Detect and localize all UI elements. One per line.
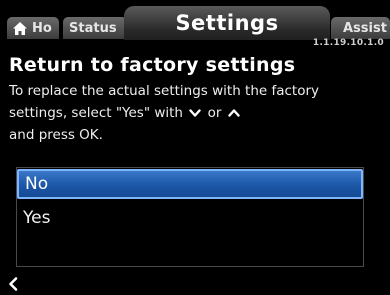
chevron-up-icon — [227, 109, 240, 117]
bottom-bar — [0, 272, 390, 295]
tab-settings[interactable]: Settings — [124, 6, 330, 40]
chevron-down-icon — [189, 109, 201, 117]
tab-assist[interactable]: Assist — [331, 17, 390, 39]
tab-home-label: Ho — [32, 20, 52, 36]
option-yes[interactable]: Yes — [17, 203, 363, 233]
instruction-text: To replace the actual settings with the … — [9, 80, 379, 146]
option-yes-label: Yes — [23, 208, 51, 228]
option-no[interactable]: No — [17, 169, 363, 199]
home-icon — [13, 21, 27, 35]
chevron-left-icon[interactable] — [7, 276, 19, 292]
instruction-text-or: or — [207, 105, 222, 121]
instruction-text-part2: and press OK. — [9, 127, 103, 143]
version-number: 1.1.19.10.1.0 — [312, 38, 384, 48]
options-list: No Yes — [16, 167, 364, 267]
page-title: Return to factory settings — [9, 54, 296, 76]
option-no-label: No — [25, 174, 49, 194]
top-tab-bar: Ho Status Assist Settings 1.1.19.10.1.0 — [0, 0, 390, 48]
tab-status-label: Status — [69, 20, 117, 36]
tab-settings-label: Settings — [175, 11, 279, 35]
tab-status[interactable]: Status — [63, 17, 127, 39]
instruction-text-part1: To replace the actual settings with the … — [9, 83, 320, 121]
tab-home[interactable]: Ho — [7, 17, 59, 39]
tab-assist-label: Assist — [343, 20, 387, 36]
